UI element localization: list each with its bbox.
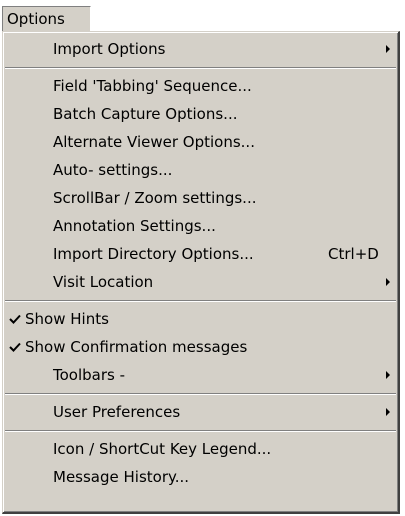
menu-separator — [3, 389, 398, 398]
menu-item-label: Batch Capture Options... — [53, 105, 238, 123]
menu-item-toolbars[interactable]: Toolbars - — [3, 361, 398, 389]
menu-item-import-options[interactable]: Import Options — [3, 35, 398, 63]
checkmark-icon — [9, 342, 21, 352]
menu-item-label: User Preferences — [53, 403, 181, 421]
menu-separator — [3, 426, 398, 435]
menu-item-label: Icon / ShortCut Key Legend... — [53, 440, 272, 458]
menu-item-label: Toolbars - — [53, 366, 126, 384]
menu-item-alternate-viewer-options[interactable]: Alternate Viewer Options... — [3, 128, 398, 156]
menu-item-label: Annotation Settings... — [53, 217, 216, 235]
menu-item-annotation-settings[interactable]: Annotation Settings... — [3, 212, 398, 240]
menu-item-user-preferences[interactable]: User Preferences — [3, 398, 398, 426]
menu-item-label: Field 'Tabbing' Sequence... — [53, 77, 252, 95]
menu-item-message-history[interactable]: Message History... — [3, 463, 398, 491]
menu-item-scrollbar-zoom-settings[interactable]: ScrollBar / Zoom settings... — [3, 184, 398, 212]
screen: Options Import Options Field 'Tabbing' S… — [0, 0, 405, 516]
menu-separator — [3, 63, 398, 72]
menu-item-label: Visit Location — [53, 273, 154, 291]
menu-item-label: ScrollBar / Zoom settings... — [53, 189, 257, 207]
submenu-arrow-icon — [386, 45, 390, 53]
menu-item-batch-capture-options[interactable]: Batch Capture Options... — [3, 100, 398, 128]
menu-item-label: Show Confirmation messages — [25, 338, 248, 356]
menu-item-icon-shortcut-key-legend[interactable]: Icon / ShortCut Key Legend... — [3, 435, 398, 463]
options-menu-title[interactable]: Options — [2, 6, 91, 32]
checkmark-icon — [9, 314, 21, 324]
menu-item-label: Auto- settings... — [53, 161, 173, 179]
menu-item-label: Show Hints — [25, 310, 109, 328]
submenu-arrow-icon — [386, 371, 390, 379]
menu-item-show-hints[interactable]: Show Hints — [3, 305, 398, 333]
menu-item-label: Alternate Viewer Options... — [53, 133, 255, 151]
menu-item-import-directory-options[interactable]: Import Directory Options... Ctrl+D — [3, 240, 398, 268]
menu-item-label: Import Directory Options... — [53, 245, 254, 263]
menu-item-label: Message History... — [53, 468, 190, 486]
submenu-arrow-icon — [386, 278, 390, 286]
menu-separator — [3, 296, 398, 305]
menu-item-shortcut: Ctrl+D — [328, 245, 379, 263]
menu-item-auto-settings[interactable]: Auto- settings... — [3, 156, 398, 184]
menu-item-show-confirmation-messages[interactable]: Show Confirmation messages — [3, 333, 398, 361]
menu-item-label: Import Options — [53, 40, 166, 58]
menu-item-visit-location[interactable]: Visit Location — [3, 268, 398, 296]
menu-item-field-tabbing-sequence[interactable]: Field 'Tabbing' Sequence... — [3, 72, 398, 100]
submenu-arrow-icon — [386, 408, 390, 416]
options-dropdown-menu: Import Options Field 'Tabbing' Sequence.… — [2, 31, 400, 514]
